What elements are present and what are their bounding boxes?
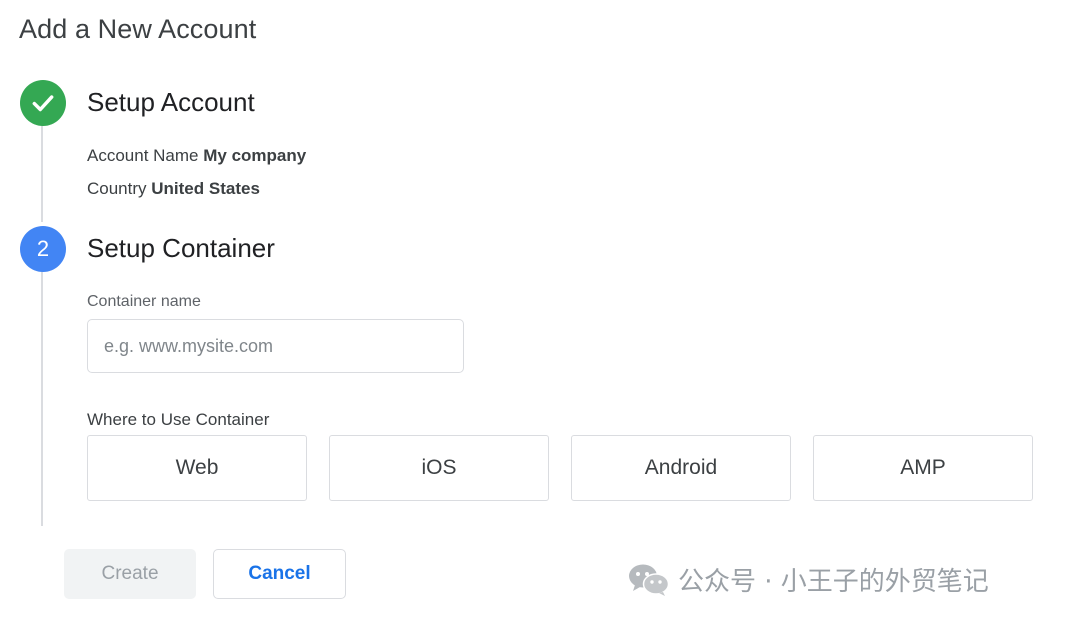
step-title-setup-account: Setup Account [87, 87, 255, 117]
account-name-label: Account Name [87, 146, 199, 165]
account-name-value: My company [203, 146, 307, 165]
stepper-line-2 [41, 270, 43, 526]
country-label: Country [87, 179, 147, 198]
cancel-button[interactable]: Cancel [213, 549, 346, 599]
container-name-label: Container name [87, 293, 201, 310]
country-value: United States [151, 179, 260, 198]
step-number-badge: 2 [20, 226, 66, 272]
platform-android-button[interactable]: Android [571, 435, 791, 501]
container-name-input[interactable] [87, 319, 464, 373]
account-name-row: Account Name My company [87, 146, 306, 166]
platform-web-button[interactable]: Web [87, 435, 307, 501]
platform-ios-button[interactable]: iOS [329, 435, 549, 501]
stepper-line-1 [41, 125, 43, 222]
watermark-text: 公众号 · 小王子的外贸笔记 [678, 567, 989, 597]
step-complete-badge [20, 80, 66, 126]
platform-options: Web iOS Android AMP [87, 435, 1033, 501]
wechat-icon [629, 564, 670, 596]
page-title: Add a New Account [19, 14, 257, 44]
step-title-setup-container: Setup Container [87, 233, 275, 263]
check-icon [32, 95, 54, 112]
country-row: Country United States [87, 179, 260, 199]
where-to-use-label: Where to Use Container [87, 410, 270, 429]
platform-amp-button[interactable]: AMP [813, 435, 1033, 501]
watermark: 公众号 · 小王子的外贸笔记 [628, 561, 989, 598]
create-button[interactable]: Create [64, 549, 196, 599]
